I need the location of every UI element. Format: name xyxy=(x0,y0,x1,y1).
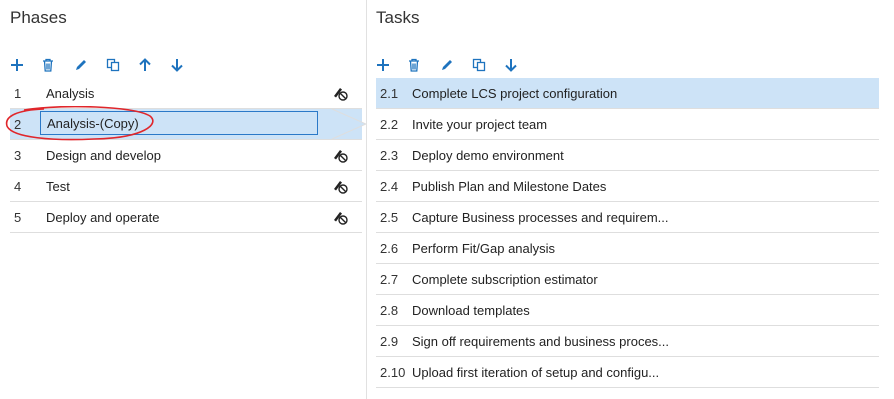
task-list: 2.1 Complete LCS project configuration 2… xyxy=(376,78,879,388)
task-row[interactable]: 2.3 Deploy demo environment xyxy=(376,140,879,171)
copy-phase-button[interactable] xyxy=(106,54,138,76)
pencil-icon xyxy=(442,60,452,70)
phase-row[interactable]: 1 Analysis xyxy=(10,78,362,109)
copy-icon xyxy=(106,58,120,72)
plus-icon xyxy=(377,59,389,71)
phase-row[interactable]: 4 Test xyxy=(10,171,362,202)
task-row[interactable]: 2.10 Upload first iteration of setup and… xyxy=(376,357,879,388)
no-edit-icon xyxy=(334,88,348,101)
phases-title: Phases xyxy=(10,8,67,27)
task-number: 2.3 xyxy=(380,147,399,163)
copy-icon xyxy=(472,58,486,72)
phase-name: Test xyxy=(46,178,70,194)
edit-task-button[interactable] xyxy=(440,54,472,76)
delete-task-button[interactable] xyxy=(408,54,440,76)
tasks-title: Tasks xyxy=(376,8,420,27)
task-number: 2.10 xyxy=(380,364,406,380)
task-number: 2.2 xyxy=(380,116,399,132)
phase-row[interactable]: 3 Design and develop xyxy=(10,140,362,171)
pencil-icon xyxy=(76,60,86,70)
edit-phase-button[interactable] xyxy=(74,54,106,76)
phase-name: Deploy and operate xyxy=(46,209,160,225)
task-row[interactable]: 2.1 Complete LCS project configuration xyxy=(376,78,879,109)
phase-number: 5 xyxy=(14,209,22,225)
add-task-button[interactable] xyxy=(376,54,408,76)
task-row[interactable]: 2.4 Publish Plan and Milestone Dates xyxy=(376,171,879,202)
selection-pointer xyxy=(320,108,366,140)
phase-row-editing[interactable]: 2 xyxy=(10,109,362,140)
no-edit-icon xyxy=(334,181,348,194)
task-number: 2.4 xyxy=(380,178,399,194)
delete-phase-button[interactable] xyxy=(42,54,74,76)
phase-number: 3 xyxy=(14,147,22,163)
task-row[interactable]: 2.8 Download templates xyxy=(376,295,879,326)
move-task-down-button[interactable] xyxy=(504,54,536,76)
phase-name: Design and develop xyxy=(46,147,161,163)
add-phase-button[interactable] xyxy=(10,54,42,76)
task-row[interactable]: 2.5 Capture Business processes and requi… xyxy=(376,202,879,233)
task-row[interactable]: 2.2 Invite your project team xyxy=(376,109,879,140)
plus-icon xyxy=(11,59,23,71)
task-number: 2.5 xyxy=(380,209,399,225)
task-row[interactable]: 2.7 Complete subscription estimator xyxy=(376,264,879,295)
phases-panel: Phases 1 Analysis 2 3 xyxy=(0,0,367,399)
phase-number: 4 xyxy=(14,178,22,194)
task-name: Deploy demo environment xyxy=(412,147,564,163)
trash-icon xyxy=(409,58,419,72)
phase-row[interactable]: 5 Deploy and operate xyxy=(10,202,362,233)
task-name: Download templates xyxy=(412,302,530,318)
task-name: Invite your project team xyxy=(412,116,548,132)
task-name: Complete subscription estimator xyxy=(412,271,598,287)
task-number: 2.8 xyxy=(380,302,399,318)
task-name: Upload first iteration of setup and conf… xyxy=(412,364,660,380)
move-phase-up-button[interactable] xyxy=(138,54,170,76)
phase-name-input[interactable] xyxy=(40,111,318,135)
task-number: 2.6 xyxy=(380,240,399,256)
task-number: 2.7 xyxy=(380,271,399,287)
no-edit-icon xyxy=(334,212,348,225)
task-number: 2.9 xyxy=(380,333,399,349)
arrow-up-icon xyxy=(139,58,151,71)
task-row[interactable]: 2.9 Sign off requirements and business p… xyxy=(376,326,879,357)
trash-icon xyxy=(43,58,53,72)
task-name: Publish Plan and Milestone Dates xyxy=(412,178,607,194)
phases-toolbar xyxy=(10,54,202,76)
arrow-down-icon xyxy=(505,59,517,72)
task-number: 2.1 xyxy=(380,85,399,101)
copy-task-button[interactable] xyxy=(472,54,504,76)
task-name: Complete LCS project configuration xyxy=(412,85,618,101)
phase-list: 1 Analysis 2 3 Design and develop 4 Test… xyxy=(10,78,362,233)
move-phase-down-button[interactable] xyxy=(170,54,202,76)
task-name: Sign off requirements and business proce… xyxy=(412,333,670,349)
task-name: Perform Fit/Gap analysis xyxy=(412,240,556,256)
arrow-down-icon xyxy=(171,59,183,72)
task-name: Capture Business processes and requirem.… xyxy=(412,209,669,225)
no-edit-icon xyxy=(334,150,348,163)
phase-number: 1 xyxy=(14,85,22,101)
phase-name: Analysis xyxy=(46,85,95,101)
task-row[interactable]: 2.6 Perform Fit/Gap analysis xyxy=(376,233,879,264)
tasks-panel: Tasks 2.1 Complete LCS project configura… xyxy=(366,0,894,399)
tasks-toolbar xyxy=(376,54,536,76)
